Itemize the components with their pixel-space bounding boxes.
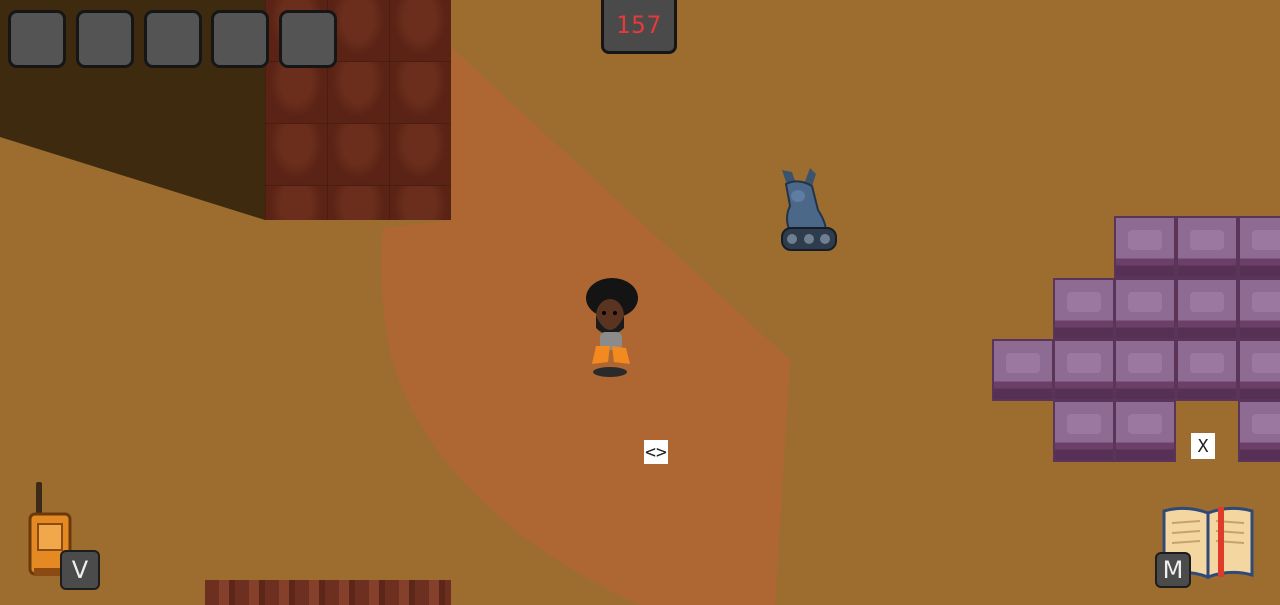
inventory-slot[interactable] — [211, 10, 269, 68]
crystal-block — [1114, 216, 1176, 278]
crystal-block — [1114, 400, 1176, 462]
inventory-slot[interactable] — [8, 10, 66, 68]
crystal-block — [1238, 278, 1280, 340]
crystal-block — [1114, 278, 1176, 340]
timer-value: 157 — [615, 11, 663, 39]
player-character — [586, 278, 638, 377]
horned-robot-enemy — [781, 168, 837, 251]
interact-marker[interactable]: <> — [644, 440, 668, 464]
crystal-block — [1053, 400, 1115, 462]
inventory-slot[interactable] — [144, 10, 202, 68]
exit-marker[interactable]: X — [1191, 433, 1215, 459]
crystal-block — [992, 339, 1054, 401]
crystal-block — [1176, 278, 1238, 340]
crystal-block — [1114, 339, 1176, 401]
map-hotkey[interactable]: M — [1155, 552, 1191, 588]
crystal-block — [1053, 339, 1115, 401]
crystal-block — [1238, 216, 1280, 278]
crystal-block — [1053, 278, 1115, 340]
countdown-timer: 157 — [601, 0, 677, 54]
inventory-slot[interactable] — [76, 10, 134, 68]
wooden-fence — [205, 580, 451, 605]
crystal-block — [1238, 339, 1280, 401]
radio-hotkey[interactable]: V — [60, 550, 100, 590]
crystal-block — [1176, 216, 1238, 278]
crystal-block — [1176, 339, 1238, 401]
crystal-block — [1238, 400, 1280, 462]
inventory-slot[interactable] — [279, 10, 337, 68]
